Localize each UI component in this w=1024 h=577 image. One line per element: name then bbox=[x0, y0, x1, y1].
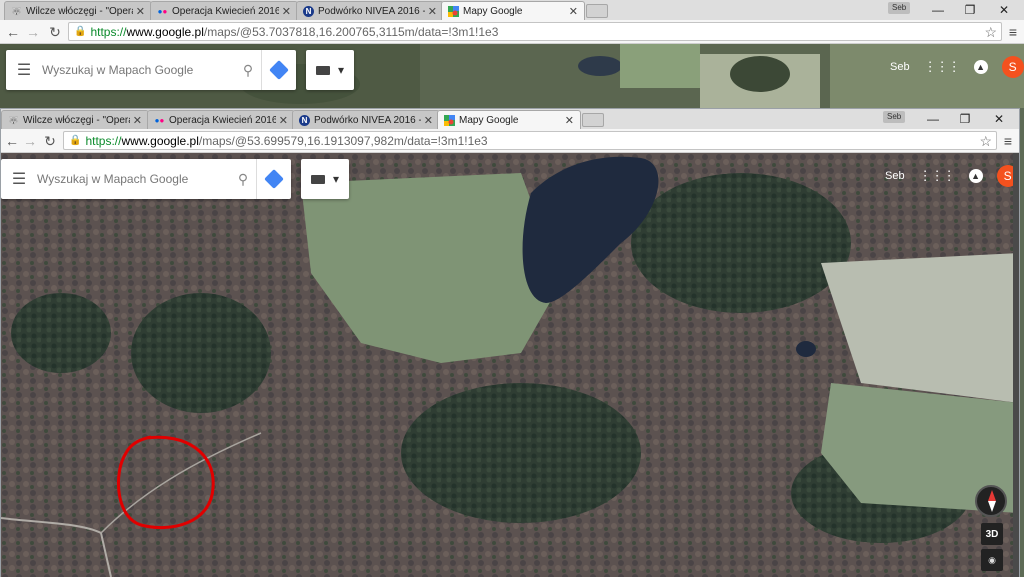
search-box[interactable]: ☰ Wyszukaj w Mapach Google ⚲ bbox=[6, 50, 296, 90]
notifications-icon[interactable]: ▲ bbox=[973, 60, 988, 74]
inner-toolbar: ← → ↻ 🔒 https://www.google.pl/maps/@53.6… bbox=[1, 129, 1019, 153]
close-icon[interactable]: ✕ bbox=[133, 114, 142, 127]
account-area: Seb ⋮⋮⋮ ▲ S bbox=[890, 56, 1024, 78]
close-icon[interactable]: ✕ bbox=[565, 114, 574, 127]
directions-button[interactable] bbox=[261, 50, 296, 90]
directions-icon bbox=[264, 169, 284, 189]
outer-toolbar: ← → ↻ 🔒 https://www.google.pl/maps/@53.7… bbox=[0, 20, 1024, 44]
close-window-icon[interactable]: ✕ bbox=[983, 109, 1015, 129]
flickr-favicon-icon: ● ● bbox=[157, 6, 168, 16]
reload-icon[interactable]: ↻ bbox=[41, 132, 59, 150]
apps-grid-icon[interactable]: ⋮⋮⋮ bbox=[924, 59, 961, 75]
chevron-down-icon: ▾ bbox=[332, 172, 340, 186]
hamburger-menu-icon[interactable]: ☰ bbox=[1, 169, 37, 189]
chrome-menu-icon[interactable]: ≡ bbox=[1006, 23, 1020, 41]
avatar[interactable]: S bbox=[1001, 56, 1024, 78]
search-icon[interactable]: ⚲ bbox=[230, 171, 256, 188]
minimize-icon[interactable]: — bbox=[917, 109, 949, 129]
outer-satellite-map[interactable]: ☰ Wyszukaj w Mapach Google ⚲ ▾ Seb ⋮⋮⋮ ▲… bbox=[0, 44, 1024, 108]
bookmark-star-icon[interactable]: ☆ bbox=[984, 24, 997, 41]
restore-icon[interactable]: ❐ bbox=[954, 0, 986, 20]
input-tools-button[interactable]: ▾ bbox=[301, 159, 349, 199]
outer-tab-strip: 🐺 Wilcze włóczęgi - "Opera ✕ ● ● Operacja… bbox=[0, 0, 1024, 20]
forward-arrow-icon[interactable]: → bbox=[21, 132, 39, 150]
close-icon[interactable]: ✕ bbox=[279, 114, 288, 127]
outer-tab-operacja[interactable]: ● ● Operacja Kwiecień 2016 | ✕ bbox=[150, 1, 298, 20]
inner-satellite-map[interactable]: ☰ Wyszukaj w Mapach Google ⚲ ▾ Seb ⋮⋮⋮ ▲… bbox=[1, 153, 1019, 577]
inner-tab-strip: 🐺 Wilcze włóczęgi - "Opera ✕ ● ● Operacja… bbox=[1, 109, 1019, 129]
google-maps-favicon-icon bbox=[448, 5, 459, 17]
inner-browser-window: 🐺 Wilcze włóczęgi - "Opera ✕ ● ● Operacja… bbox=[0, 108, 1020, 577]
nivea-favicon-icon: N bbox=[303, 5, 314, 17]
tilt-3d-button[interactable]: 3D bbox=[981, 523, 1003, 545]
profile-badge[interactable]: Seb bbox=[883, 111, 906, 123]
inner-tab-operacja[interactable]: ● ● Operacja Kwiecień 2016 | ✕ bbox=[147, 110, 295, 129]
close-icon[interactable]: ✕ bbox=[136, 5, 145, 18]
flickr-favicon-icon: ● ● bbox=[154, 115, 165, 125]
wolf-favicon-icon: 🐺 bbox=[8, 115, 19, 125]
nivea-favicon-icon: N bbox=[299, 114, 310, 126]
wolf-favicon-icon: 🐺 bbox=[11, 6, 22, 16]
vertical-scrollbar[interactable] bbox=[1013, 153, 1019, 577]
outer-tab-nivea[interactable]: N Podwórko NIVEA 2016 - N ✕ bbox=[296, 1, 444, 20]
google-maps-favicon-icon bbox=[444, 114, 455, 126]
back-arrow-icon[interactable]: ← bbox=[3, 132, 21, 150]
bookmark-star-icon[interactable]: ☆ bbox=[979, 133, 992, 150]
compass-icon bbox=[975, 485, 1007, 517]
forward-arrow-icon[interactable]: → bbox=[24, 23, 42, 41]
notifications-icon[interactable]: ▲ bbox=[968, 169, 983, 183]
close-icon[interactable]: ✕ bbox=[569, 5, 578, 18]
reload-icon[interactable]: ↻ bbox=[46, 23, 64, 41]
input-tools-button[interactable]: ▾ bbox=[306, 50, 354, 90]
outer-tab-maps[interactable]: Mapy Google ✕ bbox=[441, 1, 585, 20]
restore-icon[interactable]: ❐ bbox=[949, 109, 981, 129]
hamburger-menu-icon[interactable]: ☰ bbox=[6, 60, 42, 80]
satellite-imagery bbox=[1, 153, 1019, 577]
outer-browser-window: 🐺 Wilcze włóczęgi - "Opera ✕ ● ● Operacja… bbox=[0, 0, 1024, 108]
compass-control[interactable] bbox=[975, 485, 1007, 517]
new-tab-button[interactable] bbox=[586, 4, 608, 18]
inner-tab-nivea[interactable]: N Podwórko NIVEA 2016 - N ✕ bbox=[292, 110, 440, 129]
close-icon[interactable]: ✕ bbox=[428, 5, 437, 18]
lock-icon: 🔒 bbox=[69, 135, 82, 146]
minimize-icon[interactable]: — bbox=[922, 0, 954, 20]
lock-icon: 🔒 bbox=[74, 26, 87, 37]
directions-icon bbox=[269, 60, 289, 80]
account-area: Seb ⋮⋮⋮ ▲ S bbox=[885, 165, 1019, 187]
profile-badge[interactable]: Seb bbox=[888, 2, 911, 14]
close-icon[interactable]: ✕ bbox=[424, 114, 433, 127]
close-icon[interactable]: ✕ bbox=[282, 5, 291, 18]
close-window-icon[interactable]: ✕ bbox=[988, 0, 1020, 20]
chevron-down-icon: ▾ bbox=[337, 63, 345, 77]
new-tab-button[interactable] bbox=[582, 113, 604, 127]
search-icon[interactable]: ⚲ bbox=[235, 62, 261, 79]
keyboard-icon bbox=[315, 65, 330, 75]
outer-tab-wilcze[interactable]: 🐺 Wilcze włóczęgi - "Opera ✕ bbox=[4, 1, 152, 20]
address-bar[interactable]: 🔒 https://www.google.pl/maps/@53.7037818… bbox=[68, 22, 1002, 41]
keyboard-icon bbox=[310, 174, 325, 184]
back-arrow-icon[interactable]: ← bbox=[4, 23, 22, 41]
address-bar[interactable]: 🔒 https://www.google.pl/maps/@53.699579,… bbox=[63, 131, 997, 150]
directions-button[interactable] bbox=[256, 159, 291, 199]
search-box[interactable]: ☰ Wyszukaj w Mapach Google ⚲ bbox=[1, 159, 291, 199]
user-name[interactable]: Seb bbox=[890, 61, 910, 73]
user-name[interactable]: Seb bbox=[885, 170, 905, 182]
inner-tab-wilcze[interactable]: 🐺 Wilcze włóczęgi - "Opera ✕ bbox=[1, 110, 149, 129]
chrome-menu-icon[interactable]: ≡ bbox=[1001, 132, 1015, 150]
my-location-icon[interactable]: ◉ bbox=[981, 549, 1003, 571]
apps-grid-icon[interactable]: ⋮⋮⋮ bbox=[919, 168, 956, 184]
inner-tab-maps[interactable]: Mapy Google ✕ bbox=[437, 110, 581, 129]
